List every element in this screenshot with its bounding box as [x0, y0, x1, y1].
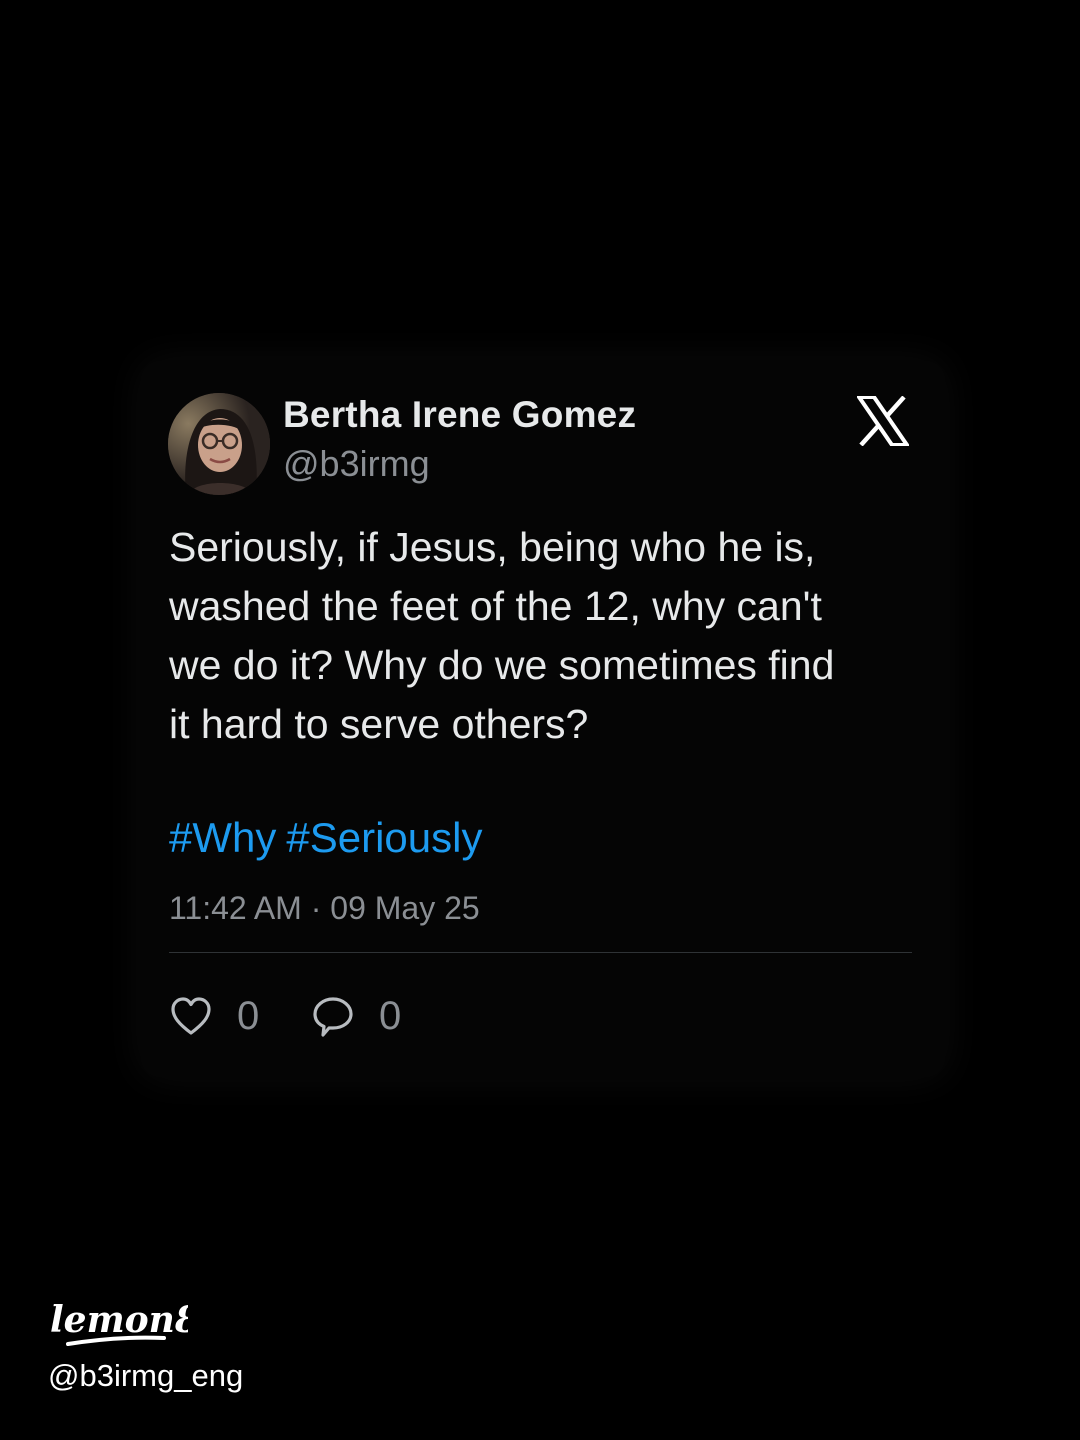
like-count: 0	[237, 994, 260, 1038]
author-handle[interactable]: @b3irmg	[283, 443, 430, 485]
reply-count: 0	[379, 994, 402, 1038]
tweet-timestamp[interactable]: 11:42 AM · 09 May 25	[169, 890, 480, 927]
lemon8-logo-text: lemon8	[50, 1299, 188, 1341]
tweet-text-line: washed the feet of the 12, why can't	[169, 583, 822, 629]
heart-icon	[169, 996, 213, 1043]
divider	[169, 952, 912, 953]
tweet-text-line: Seriously, if Jesus, being who he is,	[169, 524, 816, 570]
tweet-text-line: we do it? Why do we sometimes find	[169, 642, 835, 688]
hashtag-list: #Why #Seriously	[169, 814, 492, 862]
avatar[interactable]	[168, 393, 270, 495]
watermark-handle: @b3irmg_eng	[48, 1358, 244, 1393]
x-logo-icon	[855, 395, 911, 447]
hashtag-link-why[interactable]: #Why	[169, 814, 276, 861]
avatar-image	[168, 393, 270, 495]
hashtag-link-seriously[interactable]: #Seriously	[286, 814, 482, 861]
author-display-name[interactable]: Bertha Irene Gomez	[283, 394, 636, 436]
speech-bubble-icon	[311, 996, 355, 1043]
tweet-text: Seriously, if Jesus, being who he is, wa…	[169, 518, 929, 754]
tweet-text-line: it hard to serve others?	[169, 701, 589, 747]
lemon8-logo: lemon8	[48, 1296, 200, 1352]
